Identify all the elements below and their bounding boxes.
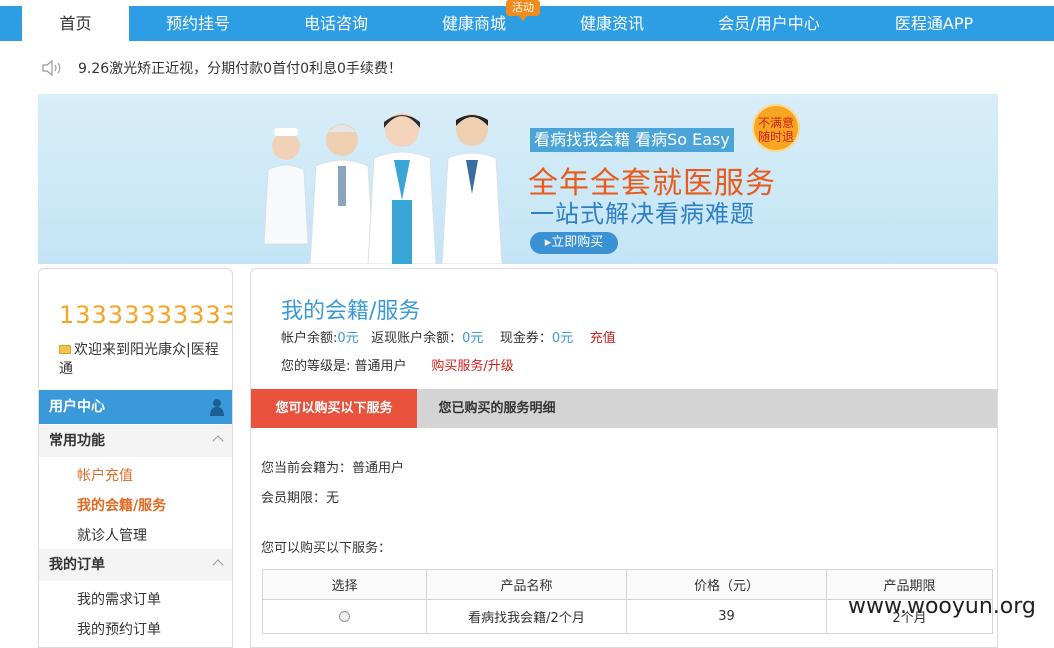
nav-home[interactable]: 首页 [22,6,129,41]
nav-appointment[interactable]: 预约挂号 [146,6,250,41]
col-price: 价格（元） [626,569,827,600]
nav-member-center[interactable]: 会员/用户中心 [706,6,832,41]
top-nav: 首页 预约挂号 电话咨询 健康商城 健康资讯 会员/用户中心 医程通APP 活动 [0,0,1054,41]
col-product-name: 产品名称 [426,569,627,600]
current-membership: 您当前会籍为：普通用户 [261,461,405,476]
user-center-header: 用户中心 [39,390,232,424]
voucher-value: 0元 [551,331,574,346]
refund-badge: 不满意 随时退 [752,104,800,152]
price-cell: 39 [626,599,827,634]
tab-available-services[interactable]: 您可以购买以下服务 [251,389,417,428]
banner-title2: 一站式解决看病难题 [530,200,755,228]
recharge-link[interactable]: 充值 [590,331,616,346]
col-select: 选择 [262,569,427,600]
sidebar-item-appointment-orders[interactable]: 我的预约订单 [77,619,161,639]
watermark: www.wooyun.org [848,594,1036,619]
banner-subtitle: 看病找我会籍 看病So Easy [530,128,734,152]
page-title: 我的会籍/服务 [281,299,421,324]
balance-value: 0元 [337,331,359,346]
tab-purchased-services[interactable]: 您已购买的服务明细 [417,389,577,428]
membership-term: 会员期限：无 [261,491,340,506]
main-panel: 我的会籍/服务 帐户余额:0元 返现账户余额：0元 现金券：0元 充值 您的等级… [250,268,998,648]
refund-badge-line2: 随时退 [757,130,794,144]
services-intro: 您可以购买以下服务： [261,541,392,556]
cashback-value: 0元 [462,331,484,346]
level-row: 您的等级是: 普通用户 购买服务/升级 [281,355,514,374]
level-label: 您的等级是: 普通用户 [281,359,407,374]
service-tabs: 您可以购买以下服务 您已购买的服务明细 [251,389,997,428]
upgrade-link[interactable]: 购买服务/升级 [431,359,513,374]
welcome-text: 欢迎来到阳光康众|医程通 [59,341,219,379]
user-icon [210,399,224,416]
group-common-functions[interactable]: 常用功能 [39,425,232,457]
doctors-illustration [263,113,503,264]
select-cell [262,599,427,634]
sidebar-item-demand-orders[interactable]: 我的需求订单 [77,589,161,609]
product-name-cell: 看病找我会籍/2个月 [426,599,627,634]
sidebar-item-patient-management[interactable]: 就诊人管理 [77,525,147,545]
cashback-label: 返现账户余额： [371,331,463,346]
chevron-up-icon [212,435,224,447]
user-phone: 13333333333 [59,301,233,329]
balance-row: 帐户余额:0元 返现账户余额：0元 现金券：0元 充值 [281,327,616,346]
chevron-up-icon [212,559,224,571]
group-my-orders[interactable]: 我的订单 [39,549,232,581]
nav-health-news[interactable]: 健康资讯 [560,6,664,41]
buy-now-button[interactable]: ▸立即购买 [530,232,618,254]
welcome-label: 欢迎来到阳光康众|医程通 [59,342,219,377]
notice-text[interactable]: 9.26激光矫正近视，分期付款0首付0利息0手续费！ [78,58,402,78]
balance-label: 帐户余额: [281,331,338,346]
notice-bar: 9.26激光矫正近视，分期付款0首付0利息0手续费！ [42,58,402,78]
activity-badge: 活动 [506,0,540,21]
service-radio[interactable] [339,611,350,622]
speaker-icon [42,60,61,76]
group-common-label: 常用功能 [49,433,105,449]
sidebar-item-membership[interactable]: 我的会籍/服务 [77,495,166,515]
group-orders-label: 我的订单 [49,557,105,573]
user-center-label: 用户中心 [49,399,105,415]
envelope-icon [59,345,71,354]
sidebar: 13333333333 欢迎来到阳光康众|医程通 用户中心 常用功能 帐户充值 … [38,268,233,648]
nav-app[interactable]: 医程通APP [880,6,988,41]
voucher-label: 现金券： [499,331,552,346]
nav-phone-consult[interactable]: 电话咨询 [284,6,388,41]
promo-banner[interactable]: 看病找我会籍 看病So Easy 不满意 随时退 全年全套就医服务 一站式解决看… [38,94,998,264]
refund-badge-line1: 不满意 [757,116,794,130]
sidebar-item-recharge[interactable]: 帐户充值 [77,465,133,485]
